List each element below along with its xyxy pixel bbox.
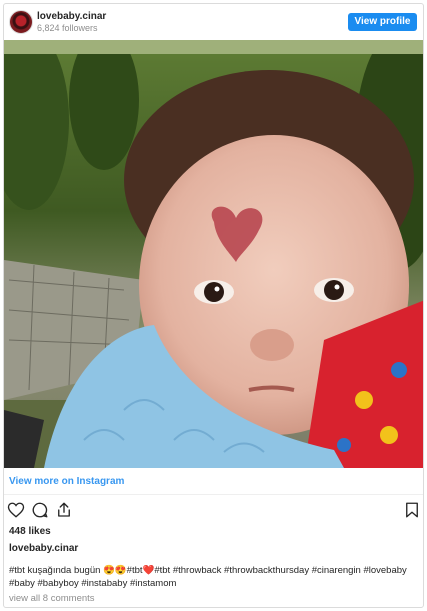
- caption-text: #tbt kuşağında bugün 😍😍#tbt❤️#tbt #throw…: [9, 565, 407, 589]
- view-comments-link[interactable]: view all 8 comments: [9, 593, 95, 604]
- instagram-embed: lovebaby.cinar 6,824 followers View prof…: [3, 3, 424, 608]
- action-bar: [7, 501, 422, 523]
- username[interactable]: lovebaby.cinar: [37, 11, 106, 22]
- bookmark-icon[interactable]: [403, 501, 421, 519]
- caption-username[interactable]: lovebaby.cinar: [9, 543, 78, 554]
- heart-icon[interactable]: [7, 501, 25, 519]
- post-header: lovebaby.cinar 6,824 followers View prof…: [4, 4, 423, 40]
- share-icon[interactable]: [55, 501, 73, 519]
- baby-photo-illustration: [4, 40, 423, 468]
- follower-count: 6,824 followers: [37, 23, 98, 33]
- post-photo[interactable]: [4, 40, 423, 468]
- divider: [4, 494, 423, 495]
- view-profile-button[interactable]: View profile: [348, 13, 417, 31]
- like-count[interactable]: 448 likes: [9, 526, 51, 537]
- view-more-link[interactable]: View more on Instagram: [9, 476, 124, 487]
- avatar[interactable]: [9, 10, 33, 34]
- comment-icon[interactable]: [31, 501, 49, 519]
